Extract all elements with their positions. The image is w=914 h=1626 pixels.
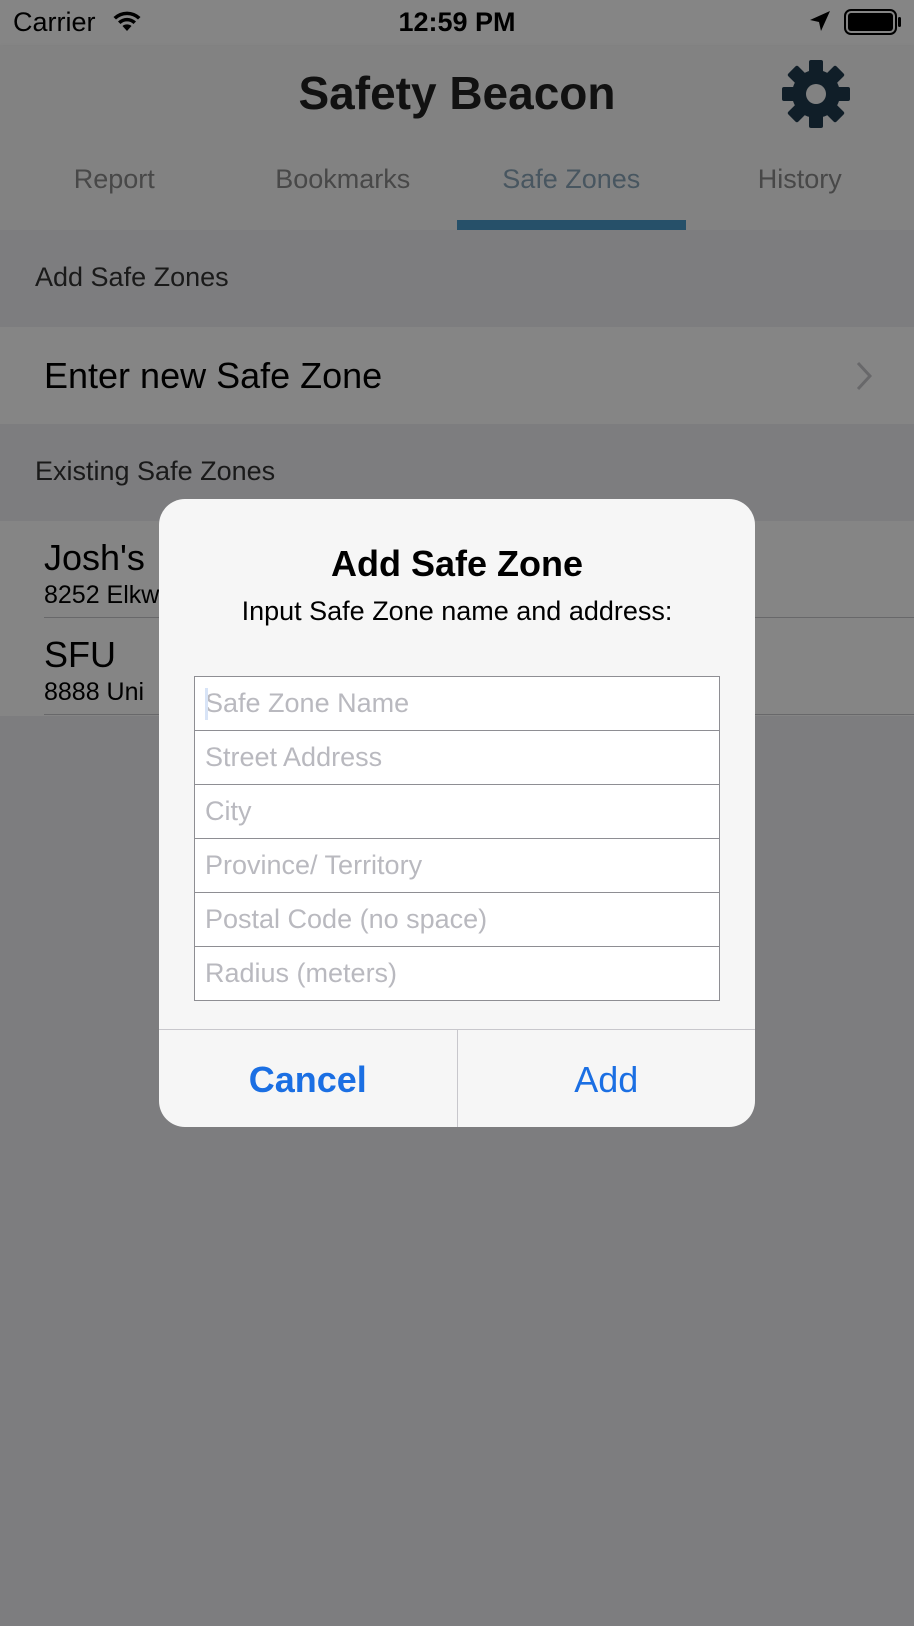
- radius-input[interactable]: [195, 947, 719, 1000]
- button-bar-divider: [159, 1029, 755, 1030]
- text-cursor: [205, 688, 208, 720]
- app-screen: Carrier 12:59 PM Safety Beacon Report Bo…: [0, 0, 914, 1626]
- add-button[interactable]: Add: [458, 1029, 756, 1127]
- radius-field-box: [194, 946, 720, 1001]
- dialog-title: Add Safe Zone: [330, 543, 584, 584]
- postal-code-input[interactable]: [195, 893, 719, 946]
- dialog-button-bar: Cancel Add: [159, 1029, 755, 1127]
- city-input[interactable]: [195, 785, 719, 838]
- dialog-message: Input Safe Zone name and address:: [241, 596, 673, 626]
- province-field-box: [194, 838, 720, 893]
- city-field-box: [194, 784, 720, 839]
- safe-zone-name-field-box: [194, 676, 720, 731]
- cancel-button[interactable]: Cancel: [159, 1029, 457, 1127]
- province-input[interactable]: [195, 839, 719, 892]
- add-safe-zone-dialog: Add Safe Zone Input Safe Zone name and a…: [159, 499, 755, 1127]
- dialog-fields: [194, 676, 720, 1001]
- postal-code-field-box: [194, 892, 720, 947]
- street-address-field-box: [194, 730, 720, 785]
- safe-zone-name-input[interactable]: [195, 677, 719, 730]
- street-address-input[interactable]: [195, 731, 719, 784]
